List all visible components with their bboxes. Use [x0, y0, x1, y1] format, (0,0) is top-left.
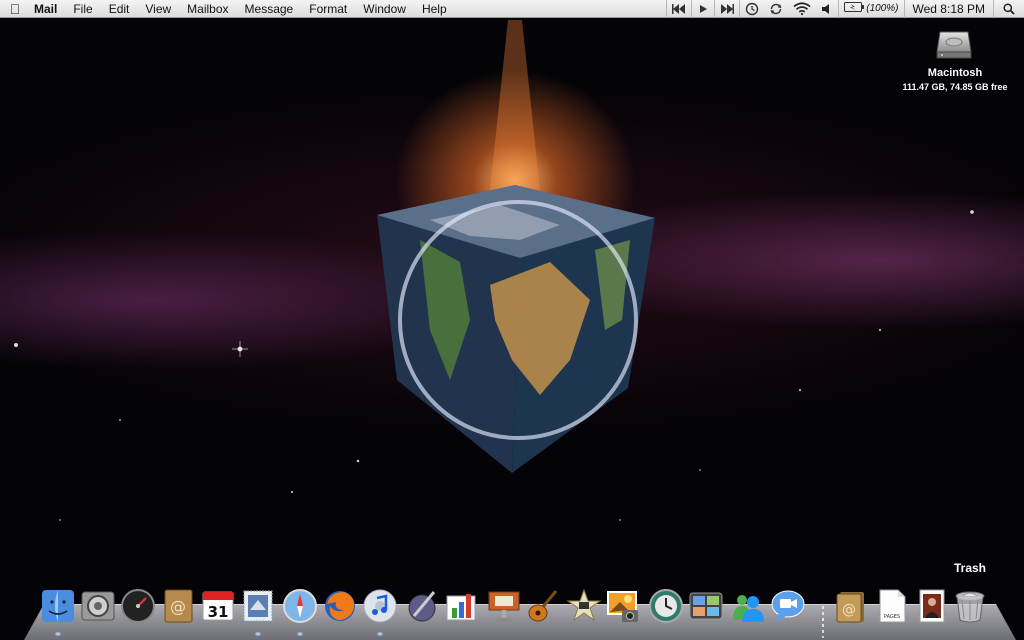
menu-bar:  Mail File Edit View Mailbox Message Fo… — [0, 0, 1024, 18]
safari-running-indicator — [297, 632, 303, 636]
menu-view[interactable]: View — [137, 0, 179, 18]
finder-icon[interactable] — [40, 588, 76, 624]
menu-mailbox[interactable]: Mailbox — [179, 0, 236, 18]
ical-icon[interactable]: 31 — [200, 588, 236, 624]
menu-file[interactable]: File — [65, 0, 100, 18]
itunes-running-indicator — [377, 632, 383, 636]
play-icon[interactable] — [692, 4, 714, 14]
dashboard-icon[interactable] — [120, 588, 156, 624]
system-preferences-icon[interactable] — [80, 588, 116, 624]
photo-document-icon[interactable] — [914, 588, 950, 624]
battery-percent: (100%) — [866, 2, 899, 14]
ichat-bubble-icon[interactable] — [770, 588, 806, 624]
time-machine-icon[interactable] — [648, 588, 684, 624]
apple-menu-icon[interactable]:  — [0, 0, 30, 18]
imovie-star-icon[interactable] — [566, 588, 602, 624]
pages-document-label: PAGES — [884, 614, 900, 620]
trash-tooltip: Trash — [953, 561, 986, 575]
messenger-buddies-icon[interactable] — [730, 588, 766, 624]
numbers-chart-icon[interactable] — [444, 588, 480, 624]
menu-format[interactable]: Format — [301, 0, 355, 18]
mail-stamp-icon[interactable] — [240, 588, 276, 624]
trash-icon[interactable] — [952, 588, 988, 624]
finder-running-indicator — [55, 632, 61, 636]
spaces-icon[interactable] — [688, 588, 724, 624]
pages-document-icon[interactable]: PAGES — [874, 588, 910, 624]
svg-text:@: @ — [842, 602, 856, 618]
volume-icon[interactable] — [816, 3, 838, 15]
previous-track-icon[interactable] — [667, 3, 691, 14]
keynote-podium-icon[interactable] — [486, 588, 522, 624]
iphoto-icon[interactable] — [606, 588, 642, 624]
address-stack-icon[interactable]: @ — [832, 588, 868, 624]
desktop-wallpaper — [0, 0, 1024, 640]
menu-extras: (100%) Wed 8:18 PM — [666, 0, 1024, 18]
garageband-guitar-icon[interactable] — [526, 588, 562, 624]
script-editor-icon[interactable] — [404, 588, 440, 624]
hard-drive-icon[interactable] — [936, 26, 972, 60]
spotlight-search-icon[interactable] — [994, 2, 1024, 15]
hard-drive-info: 111.47 GB, 74.85 GB free — [902, 82, 1008, 92]
menu-window[interactable]: Window — [355, 0, 414, 18]
wifi-icon[interactable] — [788, 2, 816, 15]
sync-icon[interactable] — [764, 2, 788, 16]
menu-help[interactable]: Help — [414, 0, 455, 18]
menu-app-name[interactable]: Mail — [30, 0, 65, 18]
ical-date: 31 — [208, 603, 229, 621]
menu-message[interactable]: Message — [237, 0, 302, 18]
hard-drive-label[interactable]: Macintosh — [900, 67, 1010, 79]
next-track-icon[interactable] — [715, 3, 739, 14]
safari-compass-icon[interactable] — [282, 588, 318, 624]
address-book-icon[interactable]: @ — [160, 588, 196, 624]
menu-edit[interactable]: Edit — [101, 0, 138, 18]
itunes-icon[interactable] — [362, 588, 398, 624]
battery-icon — [844, 0, 865, 18]
svg-text:@: @ — [170, 597, 186, 616]
mail-running-indicator — [255, 632, 261, 636]
battery-status[interactable]: (100%) — [839, 0, 903, 18]
dock-divider — [822, 606, 824, 638]
menu-clock[interactable]: Wed 8:18 PM — [905, 2, 993, 16]
time-machine-menu-icon[interactable] — [740, 2, 764, 16]
firefox-icon[interactable] — [322, 588, 358, 624]
